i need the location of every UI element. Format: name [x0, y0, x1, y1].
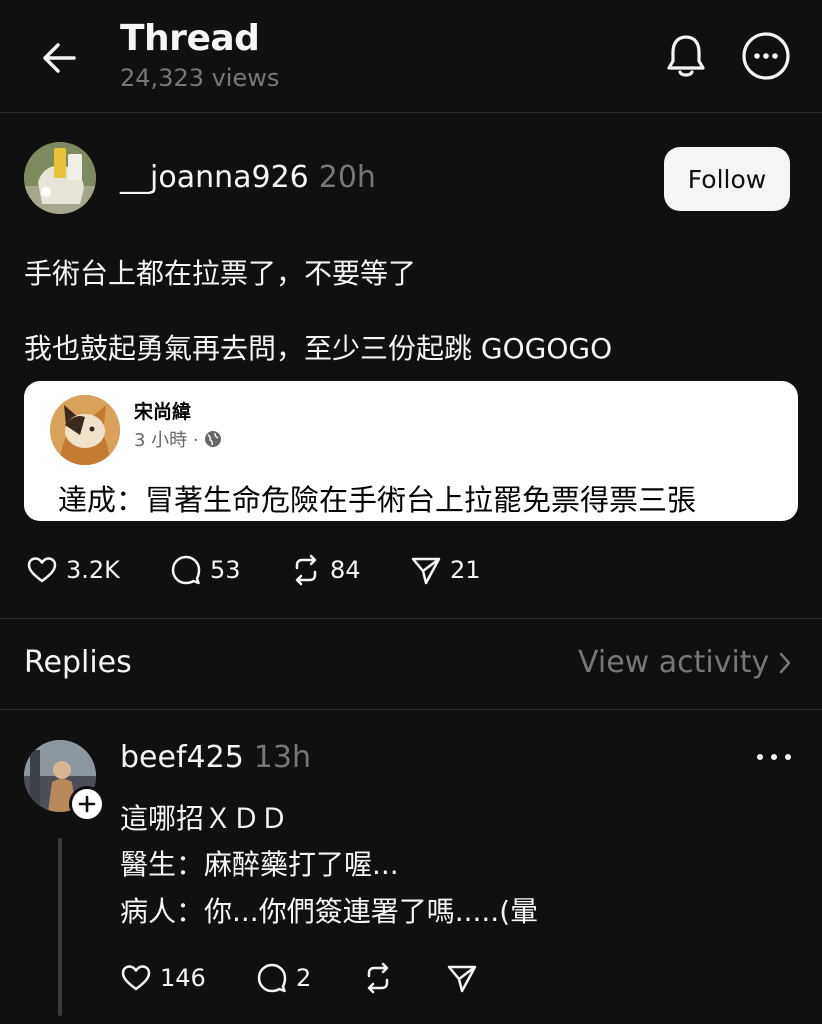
author-username[interactable]: __joanna926 — [120, 160, 309, 195]
share-count: 21 — [450, 556, 481, 584]
comment-count: 53 — [210, 556, 241, 584]
reply-comment-count: 2 — [296, 964, 312, 992]
repost-icon — [367, 962, 389, 994]
author-avatar[interactable] — [24, 142, 96, 214]
repost-count: 84 — [330, 556, 361, 584]
view-activity-label: View activity — [578, 645, 770, 680]
heart-icon — [27, 557, 57, 583]
reply-meta: beef425 13h — [120, 740, 311, 775]
reply-like-count: 146 — [160, 964, 206, 992]
post-text-line-1: 手術台上都在拉票了，不要等了 — [24, 257, 417, 290]
like-button[interactable]: 3.2K — [26, 554, 120, 586]
reply-thread-line — [58, 838, 62, 1016]
comment-icon — [171, 555, 201, 585]
embed-body-text: 達成：冒著生命危險在手術台上拉罷免票得票三張 — [58, 483, 697, 517]
reply-share-button[interactable] — [446, 962, 478, 994]
view-count: 24,323 views — [120, 64, 280, 92]
page-title: Thread — [120, 18, 260, 59]
embed-timestamp: 3 小時 · — [134, 430, 199, 451]
thread-options-button[interactable] — [740, 30, 792, 82]
heart-icon — [121, 965, 151, 991]
reply-like-button[interactable]: 146 — [120, 962, 206, 994]
cat-avatar-image — [50, 395, 120, 465]
send-icon — [411, 557, 441, 585]
post-timestamp: 20h — [318, 160, 376, 195]
embed-author-name: 宋尚緯 — [134, 401, 192, 423]
header-divider — [0, 112, 822, 113]
share-button[interactable]: 21 — [410, 554, 481, 586]
post-text-line-2: 我也鼓起勇氣再去問，至少三份起跳 GOGOGO — [24, 332, 613, 365]
replies-divider — [0, 709, 822, 710]
view-activity-link[interactable]: View activity — [578, 645, 793, 680]
avatar-image — [24, 142, 96, 214]
reply-options-button[interactable] — [752, 742, 796, 772]
bell-icon — [667, 35, 705, 77]
embed-avatar — [50, 395, 120, 465]
embedded-post-image[interactable]: 宋尚緯 3 小時 · 達成：冒著生命危險在手術台上拉罷免票得票三張 — [24, 381, 798, 521]
send-icon — [447, 965, 477, 993]
more-horizontal-icon — [742, 32, 790, 80]
replies-heading: Replies — [24, 645, 132, 680]
reply-text-line-1: 這哪招ＸＤＤ — [120, 802, 289, 835]
arrow-left-icon — [43, 43, 76, 73]
reply-comment-button[interactable]: 2 — [256, 962, 311, 994]
reply-username[interactable]: beef425 — [120, 740, 244, 775]
post-meta: __joanna926 20h — [120, 160, 376, 195]
more-horizontal-icon — [757, 754, 791, 760]
reply-text-line-3: 病人：你...你們簽連署了嗎.....(暈 — [120, 895, 539, 928]
follow-button[interactable]: Follow — [664, 147, 790, 211]
reply-repost-button[interactable] — [362, 962, 394, 994]
embed-meta: 3 小時 · — [134, 426, 223, 452]
like-count: 3.2K — [66, 556, 120, 584]
reply-timestamp: 13h — [253, 740, 311, 775]
repost-icon — [295, 554, 317, 586]
reply-text-line-2: 醫生：麻醉藥打了喔... — [120, 848, 399, 881]
comment-icon — [257, 963, 287, 993]
plus-icon — [78, 795, 96, 813]
repost-button[interactable]: 84 — [290, 554, 361, 586]
comment-button[interactable]: 53 — [170, 554, 241, 586]
back-button[interactable] — [38, 36, 82, 80]
notifications-button[interactable] — [660, 30, 712, 82]
globe-icon — [204, 431, 221, 447]
actions-divider — [0, 618, 822, 619]
follow-reply-author-button[interactable] — [69, 786, 105, 822]
chevron-right-icon — [780, 652, 791, 673]
